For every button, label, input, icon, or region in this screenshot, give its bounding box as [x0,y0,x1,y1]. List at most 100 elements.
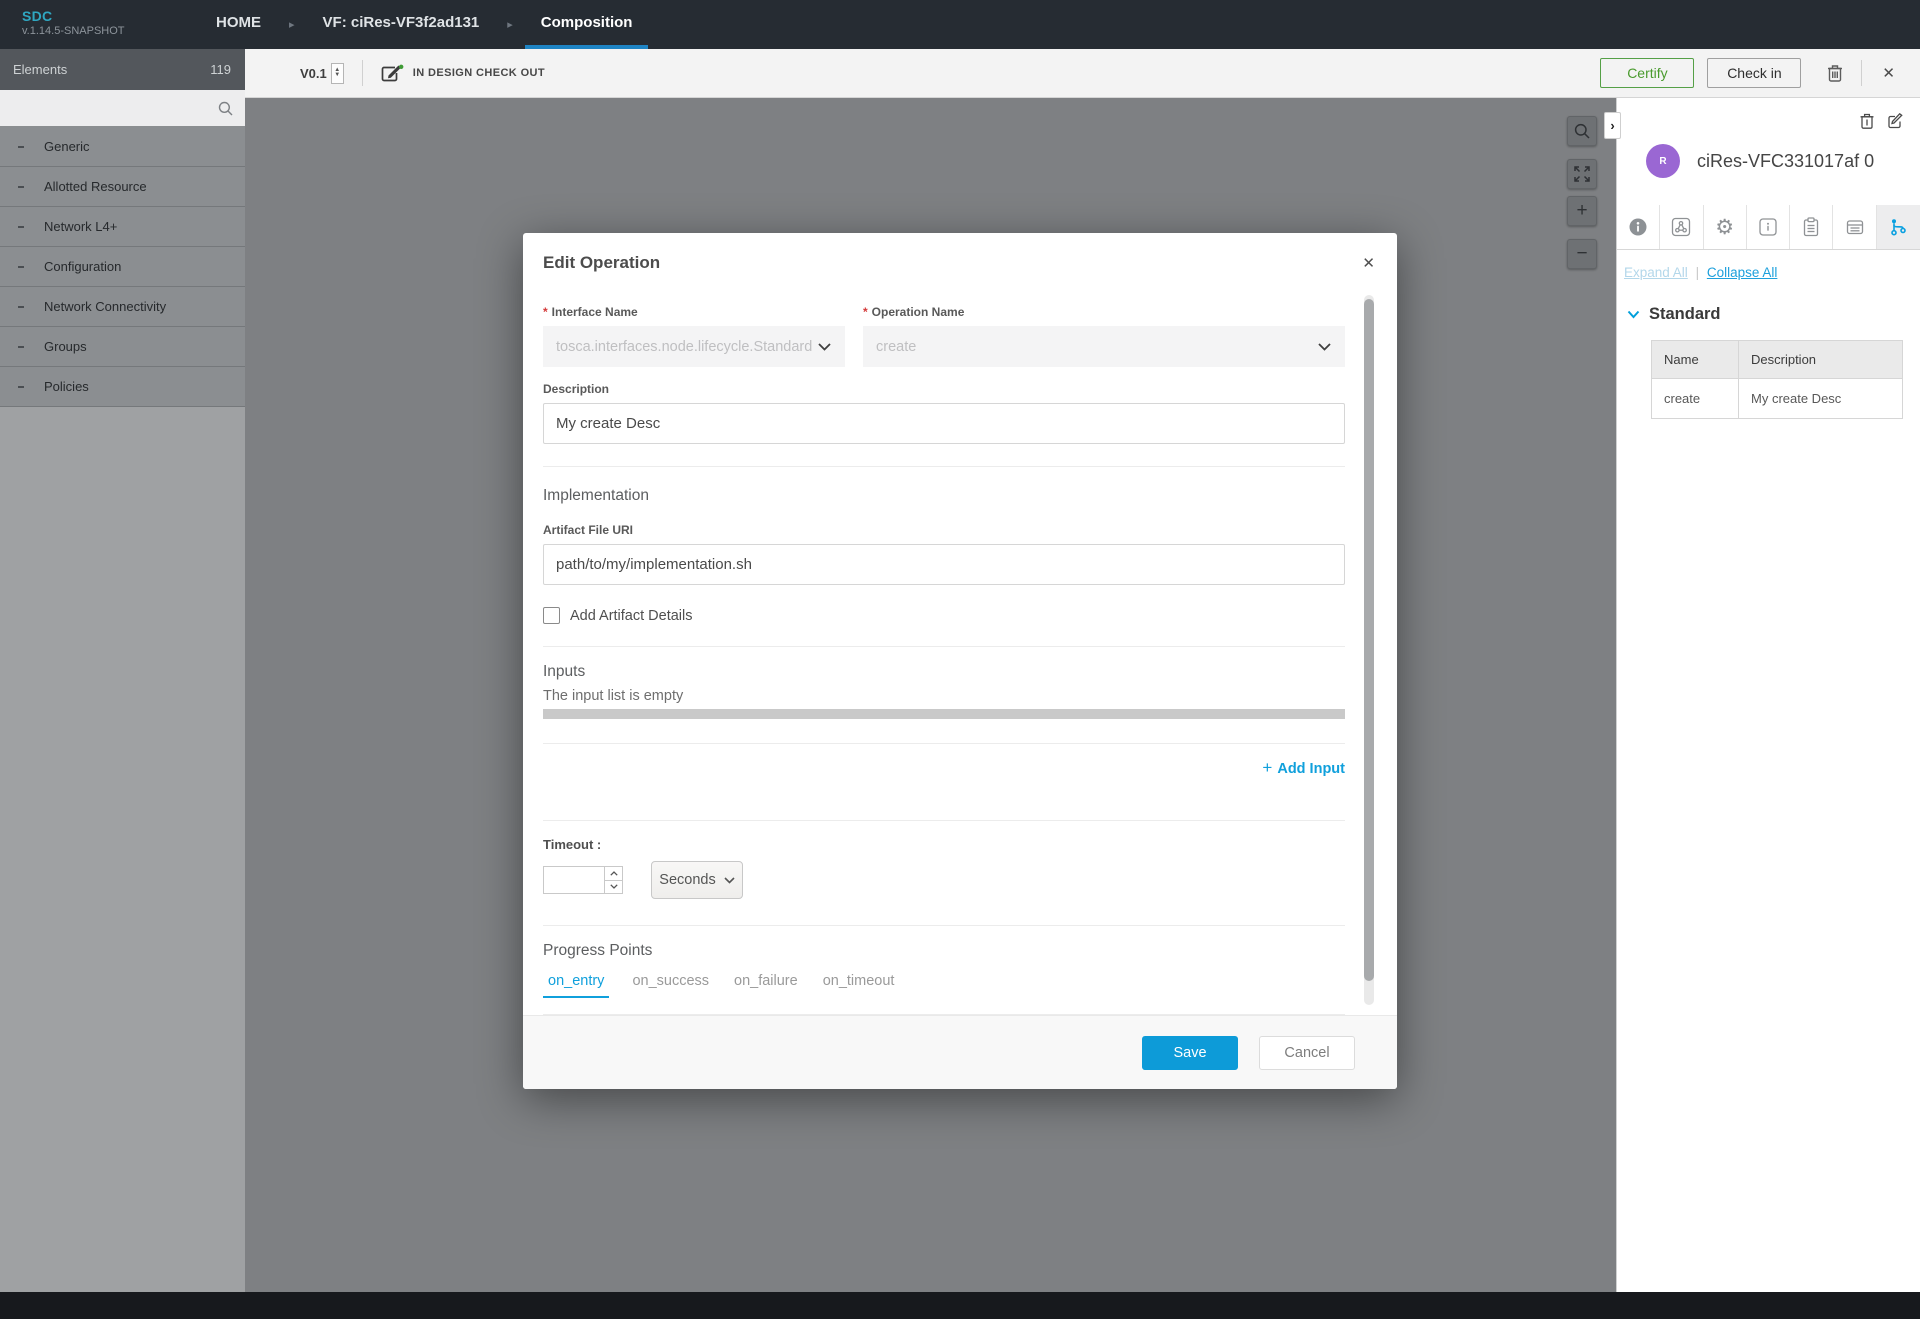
save-button[interactable]: Save [1142,1036,1238,1070]
modal-vertical-scrollbar[interactable] [1364,295,1374,1005]
timeout-controls: Seconds [543,861,1345,899]
sidebar-item-groups[interactable]: Groups [0,327,245,367]
add-input-button[interactable]: Add Input [1262,761,1345,777]
chevron-down-icon [1318,343,1331,351]
dash-icon [18,386,24,388]
tab-deployment-artifacts[interactable] [1660,205,1703,249]
sidebar-item-generic[interactable]: Generic [0,127,245,167]
chevron-down-icon [818,343,831,351]
collapse-all-link[interactable]: Collapse All [1707,265,1778,280]
canvas-search-button[interactable] [1567,116,1597,146]
divider [543,466,1345,467]
artifact-file-uri-label: Artifact File URI [543,523,1345,537]
operation-name-field: *Operation Name create [863,305,1345,367]
description-input[interactable] [543,403,1345,444]
table-header-row: Name Description [1652,341,1903,379]
toolbar-divider [1861,60,1862,86]
sidebar-item-network-connectivity[interactable]: Network Connectivity [0,287,245,327]
column-header-description: Description [1739,341,1903,379]
sidebar-item-configuration[interactable]: Configuration [0,247,245,287]
tab-information-artifacts[interactable] [1747,205,1790,249]
timeout-unit-select[interactable]: Seconds [651,861,743,899]
tab-properties[interactable]: ⚙ [1704,205,1747,249]
tab-on-entry[interactable]: on_entry [543,973,609,998]
artifact-file-uri-input[interactable] [543,544,1345,585]
required-asterisk: * [543,305,548,319]
chevron-down-icon[interactable] [1627,310,1640,319]
breadcrumb-home[interactable]: HOME [200,0,277,49]
cancel-button[interactable]: Cancel [1259,1036,1355,1070]
delete-icon[interactable] [1827,64,1843,82]
tab-inputs[interactable] [1833,205,1876,249]
operation-description-cell: My create Desc [1739,379,1903,419]
close-icon[interactable] [1362,254,1375,272]
divider [543,743,1345,744]
dash-icon [18,186,24,188]
modal-header: Edit Operation [523,233,1397,287]
tab-on-timeout[interactable]: on_timeout [821,973,897,998]
horizontal-scrollbar[interactable] [543,709,1345,719]
tab-operations-active[interactable] [1877,205,1920,249]
sdc-logo-text: SDC [22,8,125,24]
interface-name-field: *Interface Name tosca.interfaces.node.li… [543,305,845,367]
zoom-in-button[interactable] [1567,196,1597,226]
sidebar-item-allotted-resource[interactable]: Allotted Resource [0,167,245,207]
info-circle-icon [1628,217,1648,237]
operations-table: Name Description create My create Desc [1651,340,1903,419]
sidebar-item-policies[interactable]: Policies [0,367,245,407]
stepper-down-icon[interactable] [605,880,622,894]
edit-component-icon[interactable] [1888,113,1904,129]
tab-on-failure[interactable]: on_failure [732,973,800,998]
elements-search-input[interactable] [0,101,218,116]
add-artifact-details-row: Add Artifact Details [543,607,1345,624]
modal-title: Edit Operation [543,253,660,273]
zoom-out-button[interactable] [1567,239,1597,269]
stepper-up-icon[interactable] [605,867,622,880]
dash-icon [18,346,24,348]
check-in-button[interactable]: Check in [1707,58,1801,88]
expand-collapse-links: Expand All | Collapse All [1617,250,1920,280]
checkout-pencil-icon [381,64,404,83]
dash-icon [18,306,24,308]
close-icon[interactable] [1882,64,1895,82]
progress-points-title: Progress Points [543,942,1345,960]
breadcrumb: HOME VF: ciRes-VF3f2ad131 Composition [200,0,648,49]
tab-requirements-capabilities[interactable] [1790,205,1833,249]
fit-to-screen-button[interactable] [1567,159,1597,189]
dash-icon [18,146,24,148]
timeout-input[interactable] [544,867,604,893]
scrollbar-thumb[interactable] [1364,299,1374,981]
modal-body: *Interface Name tosca.interfaces.node.li… [523,287,1397,1015]
inputs-section-title: Inputs [543,663,1345,681]
required-asterisk: * [863,305,868,319]
interface-name-select: tosca.interfaces.node.lifecycle.Standard [543,326,845,367]
lifecycle-status-label: IN DESIGN CHECK OUT [413,67,545,79]
sidebar-item-network-l4[interactable]: Network L4+ [0,207,245,247]
version-selector[interactable]: ▲▼ [331,63,344,84]
chevron-down-icon [724,877,735,884]
elements-sidebar: Elements 119 Generic Allotted Resource N… [0,49,245,1292]
app-header: SDC v.1.14.5-SNAPSHOT HOME VF: ciRes-VF3… [0,0,1920,49]
progress-points-tabs: on_entry on_success on_failure on_timeou… [543,973,1345,998]
dash-icon [18,266,24,268]
dash-icon [18,226,24,228]
sdc-logo[interactable]: SDC v.1.14.5-SNAPSHOT [22,8,125,37]
operation-name-value: create [876,339,916,355]
name-fields-row: *Interface Name tosca.interfaces.node.li… [543,305,1345,367]
expand-all-link[interactable]: Expand All [1624,265,1688,280]
certify-button[interactable]: Certify [1600,58,1694,88]
table-row[interactable]: create My create Desc [1652,379,1903,419]
gear-icon: ⚙ [1715,217,1734,238]
add-artifact-details-label: Add Artifact Details [570,608,693,624]
breadcrumb-vf[interactable]: VF: ciRes-VF3f2ad131 [307,0,496,49]
add-artifact-details-checkbox[interactable] [543,607,560,624]
tab-general-info[interactable] [1617,205,1660,249]
timeout-unit-value: Seconds [659,872,715,888]
delete-component-icon[interactable] [1860,113,1874,129]
breadcrumb-composition-active[interactable]: Composition [525,0,649,49]
collapse-panel-handle[interactable] [1604,112,1621,139]
element-category-list: Generic Allotted Resource Network L4+ Co… [0,127,245,407]
description-field: Description [543,382,1345,444]
plus-icon [1262,758,1272,777]
tab-on-success[interactable]: on_success [630,973,711,998]
